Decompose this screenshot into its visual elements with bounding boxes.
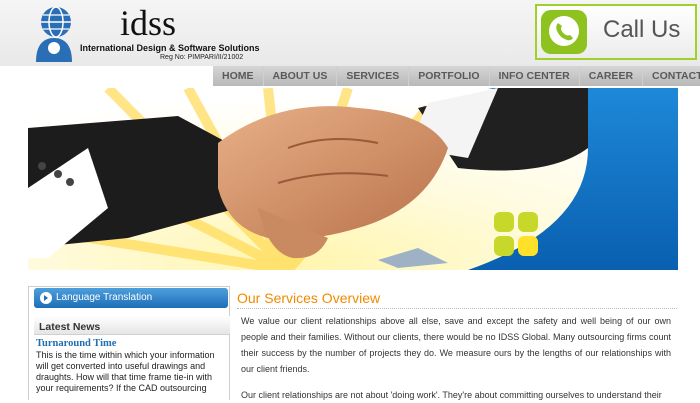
main-navigation: HOME ABOUT US SERVICES PORTFOLIO INFO CE… (213, 66, 700, 86)
arrow-right-icon (40, 292, 52, 304)
language-translation-bar[interactable]: Language Translation (34, 288, 228, 308)
nav-portfolio[interactable]: PORTFOLIO (409, 66, 490, 86)
nav-services[interactable]: SERVICES (337, 66, 410, 86)
brand-name[interactable]: idss (120, 2, 176, 44)
heading-divider (237, 308, 677, 309)
latest-news-header: Latest News (34, 316, 230, 335)
call-us-label: Call Us (603, 16, 681, 43)
latest-news-title: Latest News (39, 321, 101, 333)
tagline: International Design & Software Solution… (80, 43, 260, 53)
language-translation-label: Language Translation (56, 292, 153, 303)
nav-info-center[interactable]: INFO CENTER (490, 66, 580, 86)
call-us-button[interactable]: Call Us (535, 4, 697, 60)
header: idss International Design & Software Sol… (0, 0, 700, 66)
nav-contact-us[interactable]: CONTACT US (643, 66, 700, 86)
services-overview-heading: Our Services Overview (237, 290, 381, 306)
nav-home[interactable]: HOME (213, 66, 264, 86)
news-item-title-link[interactable]: Turnaround Time (36, 338, 116, 349)
nav-about-us[interactable]: ABOUT US (264, 66, 338, 86)
globe-logo-icon[interactable] (30, 4, 78, 64)
services-paragraph-1: We value our client relationships above … (241, 316, 671, 374)
services-paragraph-2: Our client relationships are not about '… (241, 390, 662, 400)
nav-career[interactable]: CAREER (580, 66, 644, 86)
news-item-body: This is the time within which your infor… (36, 350, 215, 393)
phone-icon (541, 10, 587, 54)
registration-number: Reg No: PIMPARI/II/21002 (160, 54, 244, 61)
handshake-illustration (28, 88, 678, 270)
hero-banner (28, 88, 678, 270)
